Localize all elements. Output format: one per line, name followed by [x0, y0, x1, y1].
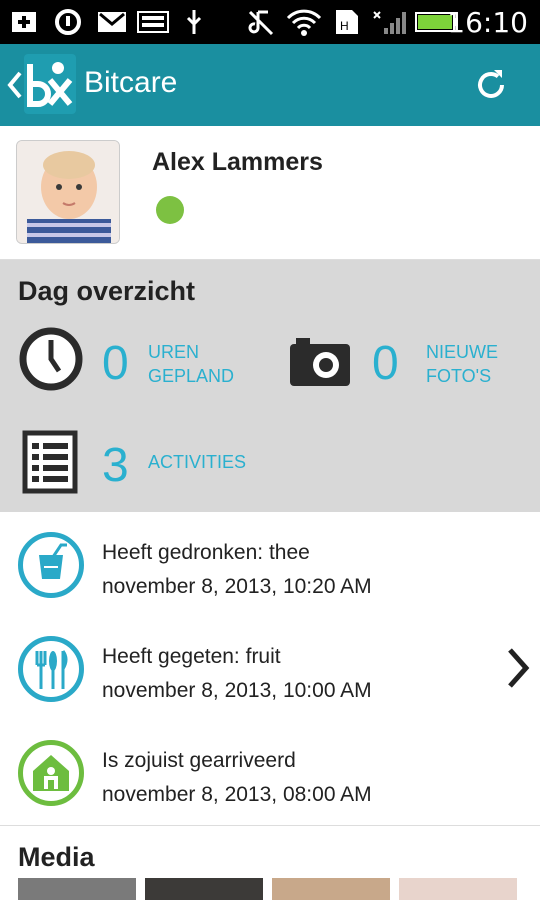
chevron-right-icon[interactable] — [506, 646, 530, 690]
media-thumbnail[interactable] — [145, 878, 263, 900]
signal-icon — [373, 11, 406, 34]
bitcare-logo[interactable] — [24, 54, 76, 114]
media-thumbnail[interactable] — [272, 878, 390, 900]
music-muted-icon — [248, 10, 274, 36]
media-title: Media — [18, 842, 95, 872]
activities-value: 3 — [102, 439, 129, 492]
svg-text:H: H — [340, 19, 349, 33]
new-photos-label-2: FOTO'S — [426, 366, 492, 386]
activity-title: Heeft gedronken: thee — [102, 541, 310, 564]
activity-text: Heeft gegeten: fruit november 8, 2013, 1… — [102, 640, 372, 708]
action-bar: Bitcare — [0, 44, 540, 126]
presence-status-dot — [156, 196, 184, 224]
app-title: Bitcare — [84, 66, 178, 99]
activity-title: Is zojuist gearriveerd — [102, 749, 296, 772]
cutlery-icon — [18, 636, 84, 702]
activity-date: november 8, 2013, 10:20 AM — [102, 575, 372, 598]
clock-time: 16:10 — [447, 6, 528, 39]
chevron-left-icon[interactable] — [6, 70, 24, 100]
sd-card-icon: H — [336, 10, 358, 34]
keyboard-icon — [137, 11, 169, 33]
activity-date: november 8, 2013, 08:00 AM — [102, 783, 372, 806]
activities-label: ACTIVITIES — [148, 452, 247, 472]
list-item[interactable]: Is zojuist gearriveerd november 8, 2013,… — [0, 720, 540, 824]
avatar — [16, 140, 120, 244]
hours-planned-value: 0 — [102, 337, 129, 390]
new-photos-value: 0 — [372, 337, 399, 390]
house-icon — [18, 740, 84, 806]
hours-planned-label-2: GEPLAND — [148, 366, 235, 386]
gmail-icon — [98, 12, 126, 32]
media-thumbnail[interactable] — [18, 878, 136, 900]
drink-icon — [18, 532, 84, 598]
list-item[interactable]: Heeft gegeten: fruit november 8, 2013, 1… — [0, 616, 540, 720]
list-item[interactable]: Heeft gedronken: thee november 8, 2013, … — [0, 512, 540, 616]
hours-planned-label-1: UREN — [148, 342, 200, 362]
sync-icon — [55, 9, 81, 35]
media-section: Media — [0, 826, 540, 900]
overview-title: Dag overzicht — [18, 276, 196, 306]
child-name: Alex Lammers — [152, 148, 323, 176]
wifi-icon — [286, 9, 322, 36]
day-overview: Dag overzicht 0 UREN GEPLAND 0 NIEUWE FO… — [0, 260, 540, 512]
status-bar: H 16:10 — [0, 0, 540, 44]
new-photos-label-1: NIEUWE — [426, 342, 498, 362]
media-thumbnail[interactable] — [399, 878, 517, 900]
activity-list[interactable]: Heeft gedronken: thee november 8, 2013, … — [0, 512, 540, 826]
activity-text: Is zojuist gearriveerd november 8, 2013,… — [102, 744, 372, 812]
plus-icon — [12, 12, 36, 32]
child-profile[interactable]: Alex Lammers — [0, 126, 540, 260]
activity-title: Heeft gegeten: fruit — [102, 645, 281, 668]
list-icon — [22, 430, 78, 494]
clock-icon — [19, 327, 83, 391]
refresh-icon[interactable] — [472, 66, 510, 104]
camera-icon — [290, 338, 350, 386]
usb-icon — [186, 10, 202, 34]
activity-date: november 8, 2013, 10:00 AM — [102, 679, 372, 702]
activity-text: Heeft gedronken: thee november 8, 2013, … — [102, 536, 372, 604]
